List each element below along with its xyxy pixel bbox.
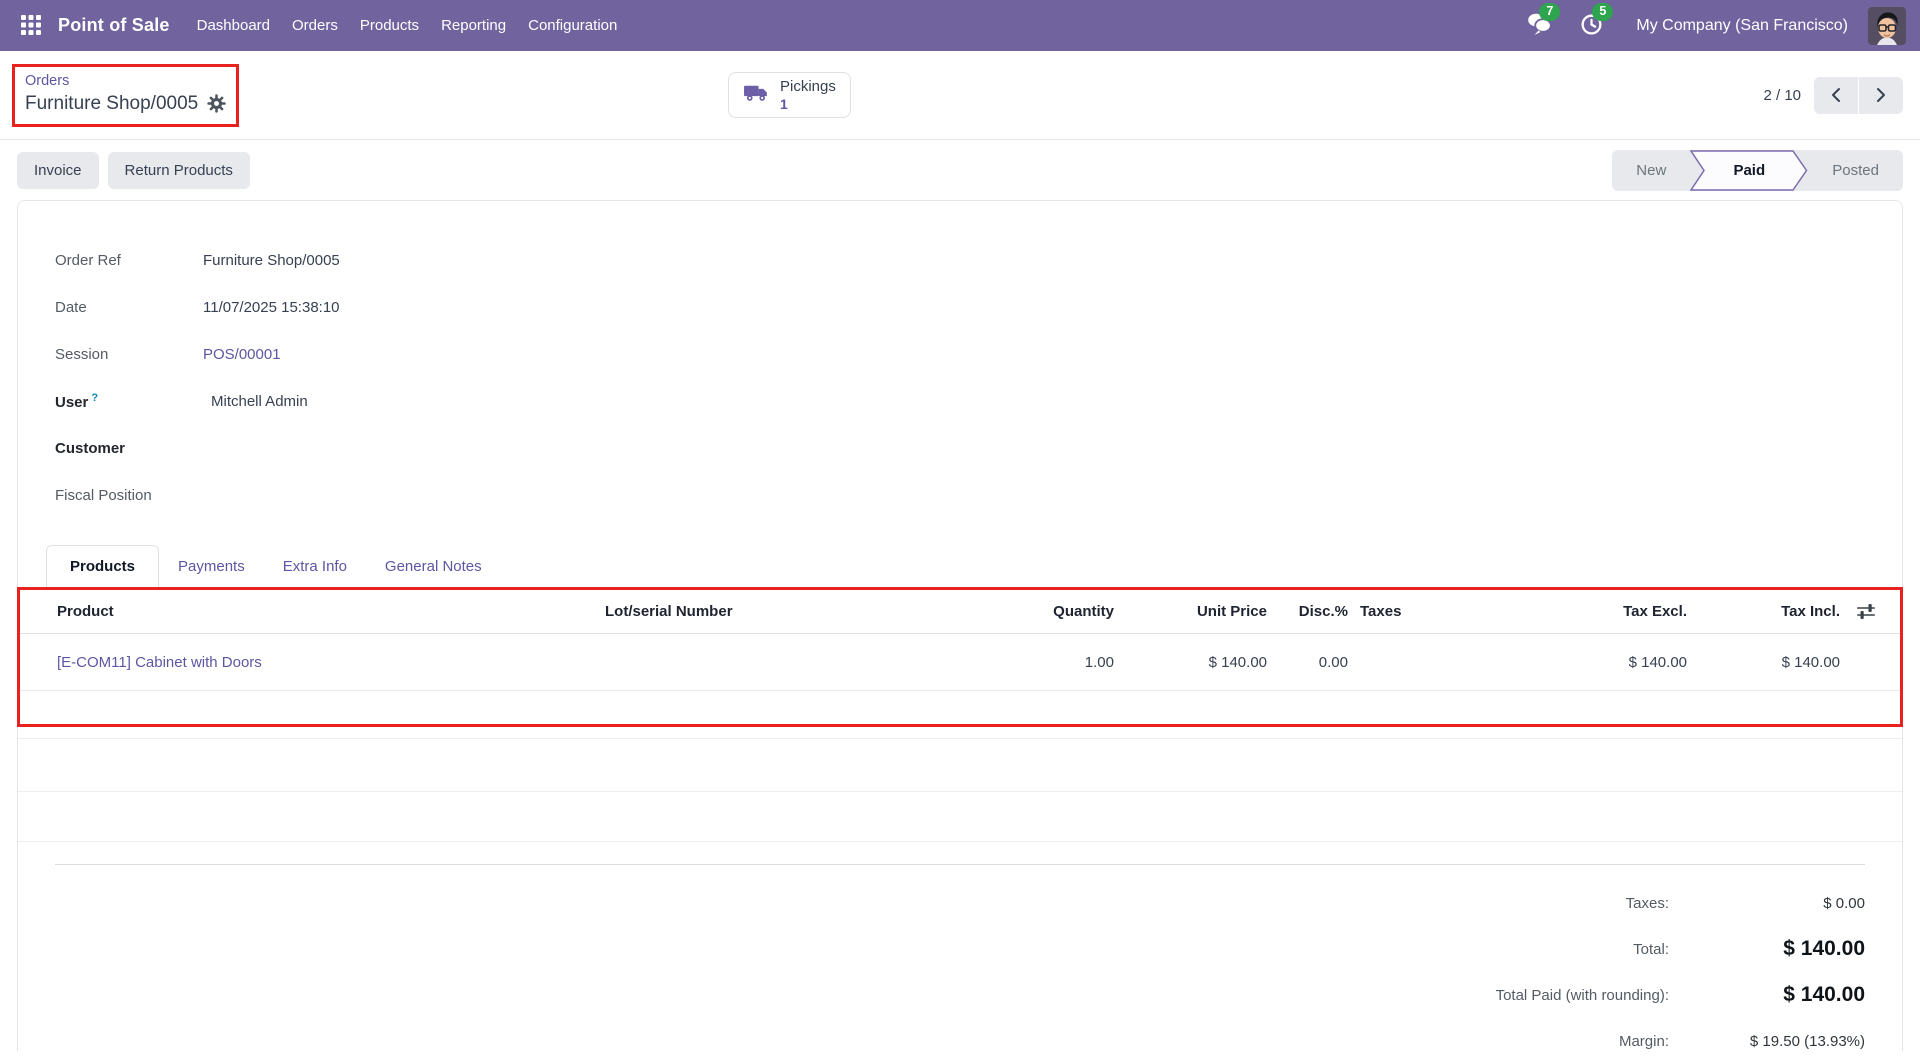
field-value[interactable]: 11/07/2025 15:38:10 (203, 299, 340, 316)
messages-button[interactable]: 7 (1526, 11, 1553, 41)
breadcrumb-annotation-box: Orders Furniture Shop/0005 (12, 64, 239, 127)
taxes-label: Taxes: (1626, 895, 1669, 912)
tax-incl-cell: $ 140.00 (1687, 654, 1840, 671)
field-label: User? (55, 392, 203, 411)
pager-next-button[interactable] (1859, 77, 1903, 114)
control-panel: Orders Furniture Shop/0005 (0, 51, 1920, 140)
form-sheet: Order Ref Furniture Shop/0005 Date 11/07… (17, 200, 1903, 1051)
pickings-text: Pickings 1 (780, 77, 836, 113)
disc-cell: 0.00 (1267, 654, 1348, 671)
col-disc[interactable]: Disc.% (1267, 603, 1348, 620)
menu-orders[interactable]: Orders (281, 0, 349, 51)
table-row[interactable]: [E-COM11] Cabinet with Doors 1.00 $ 140.… (20, 634, 1900, 691)
col-product[interactable]: Product (57, 603, 605, 620)
margin-row: Margin: $ 19.50 (13.93%) (55, 1018, 1865, 1064)
taxes-total-row: Taxes: $ 0.00 (55, 880, 1865, 926)
field-label: Session (55, 346, 203, 363)
activity-clock-icon (1579, 23, 1604, 40)
field-label: Customer (55, 440, 203, 457)
menu-dashboard[interactable]: Dashboard (186, 0, 281, 51)
pickings-smart-button[interactable]: Pickings 1 (728, 72, 851, 118)
taxes-value: $ 0.00 (1669, 895, 1865, 912)
empty-list-row (18, 727, 1902, 739)
main-menu: Dashboard Orders Products Reporting Conf… (186, 0, 629, 51)
order-totals: Taxes: $ 0.00 Total: $ 140.00 Total Paid… (55, 864, 1865, 1064)
empty-list-row (18, 792, 1902, 842)
field-label: Fiscal Position (55, 487, 203, 504)
col-lot-serial[interactable]: Lot/serial Number (605, 603, 965, 620)
activities-count-badge: 5 (1592, 3, 1613, 21)
col-tax-incl[interactable]: Tax Incl. (1687, 603, 1840, 620)
margin-value: $ 19.50 (13.93%) (1669, 1033, 1865, 1050)
col-taxes[interactable]: Taxes (1348, 603, 1602, 620)
field-user: User? Mitchell Admin (18, 378, 1902, 425)
total-row: Total: $ 140.00 (55, 926, 1865, 972)
field-order-ref: Order Ref Furniture Shop/0005 (18, 237, 1902, 284)
empty-list-area (20, 691, 1900, 724)
notebook-tabs: Products Payments Extra Info General Not… (46, 545, 1902, 587)
field-value[interactable]: Mitchell Admin (211, 393, 308, 410)
field-value[interactable]: Furniture Shop/0005 (203, 252, 340, 269)
field-customer: Customer (18, 425, 1902, 472)
total-paid-value: $ 140.00 (1669, 983, 1865, 1007)
record-pager: 2 / 10 (1763, 77, 1903, 114)
margin-label: Margin: (1619, 1033, 1669, 1050)
pager-value: 2 / 10 (1763, 87, 1801, 104)
tax-excl-cell: $ 140.00 (1602, 654, 1687, 671)
tab-payments[interactable]: Payments (159, 546, 264, 587)
field-label: Order Ref (55, 252, 203, 269)
field-label: Date (55, 299, 203, 316)
optional-columns-icon[interactable] (1840, 603, 1884, 620)
pickings-count: 1 (780, 96, 788, 113)
top-navbar: Point of Sale Dashboard Orders Products … (0, 0, 1920, 51)
total-value: $ 140.00 (1669, 937, 1865, 961)
statusbar: New Paid Posted (1612, 150, 1903, 191)
col-unit-price[interactable]: Unit Price (1114, 603, 1267, 620)
menu-products[interactable]: Products (349, 0, 430, 51)
pos-order-form-page: Point of Sale Dashboard Orders Products … (0, 0, 1920, 1051)
field-session: Session POS/00001 (18, 331, 1902, 378)
user-avatar[interactable] (1868, 7, 1906, 45)
status-step-posted[interactable]: Posted (1808, 150, 1903, 191)
status-step-new[interactable]: New (1612, 150, 1690, 191)
breadcrumb: Furniture Shop/0005 (25, 91, 226, 117)
total-label: Total: (1633, 941, 1669, 958)
company-switcher[interactable]: My Company (San Francisco) (1636, 17, 1848, 35)
field-fiscal-position: Fiscal Position (18, 472, 1902, 519)
tab-general-notes[interactable]: General Notes (366, 546, 501, 587)
activities-button[interactable]: 5 (1579, 11, 1604, 41)
gear-icon[interactable] (207, 94, 226, 113)
col-quantity[interactable]: Quantity (965, 603, 1114, 620)
messages-count-badge: 7 (1539, 3, 1560, 21)
products-table-annotation-box: Product Lot/serial Number Quantity Unit … (17, 587, 1903, 727)
truck-icon (743, 82, 770, 108)
breadcrumb-parent-link[interactable]: Orders (25, 71, 226, 91)
navbar-systray: 7 5 My Company (San Francisco) (1526, 7, 1906, 45)
app-title[interactable]: Point of Sale (58, 15, 170, 36)
session-link[interactable]: POS/00001 (203, 346, 281, 363)
menu-configuration[interactable]: Configuration (517, 0, 628, 51)
status-step-paid[interactable]: Paid (1690, 150, 1808, 191)
pickings-label: Pickings (780, 77, 836, 96)
tab-products[interactable]: Products (46, 545, 159, 587)
products-table-header: Product Lot/serial Number Quantity Unit … (20, 590, 1900, 634)
unit-price-cell: $ 140.00 (1114, 654, 1267, 671)
col-tax-excl[interactable]: Tax Excl. (1602, 603, 1687, 620)
total-paid-label: Total Paid (with rounding): (1496, 987, 1669, 1004)
quantity-cell: 1.00 (965, 654, 1114, 671)
chat-bubbles-icon (1526, 23, 1553, 40)
breadcrumb-current: Furniture Shop/0005 (25, 91, 198, 117)
tab-extra-info[interactable]: Extra Info (264, 546, 366, 587)
pager-previous-button[interactable] (1814, 77, 1858, 114)
empty-list-row (18, 739, 1902, 792)
field-date: Date 11/07/2025 15:38:10 (18, 284, 1902, 331)
menu-reporting[interactable]: Reporting (430, 0, 517, 51)
help-icon[interactable]: ? (91, 392, 98, 404)
action-bar: Invoice Return Products New Paid Posted (0, 140, 1920, 200)
return-products-button[interactable]: Return Products (108, 152, 250, 189)
total-paid-row: Total Paid (with rounding): $ 140.00 (55, 972, 1865, 1018)
product-name-link[interactable]: [E-COM11] Cabinet with Doors (57, 654, 605, 671)
apps-grid-icon[interactable] (14, 9, 48, 43)
invoice-button[interactable]: Invoice (17, 152, 99, 189)
